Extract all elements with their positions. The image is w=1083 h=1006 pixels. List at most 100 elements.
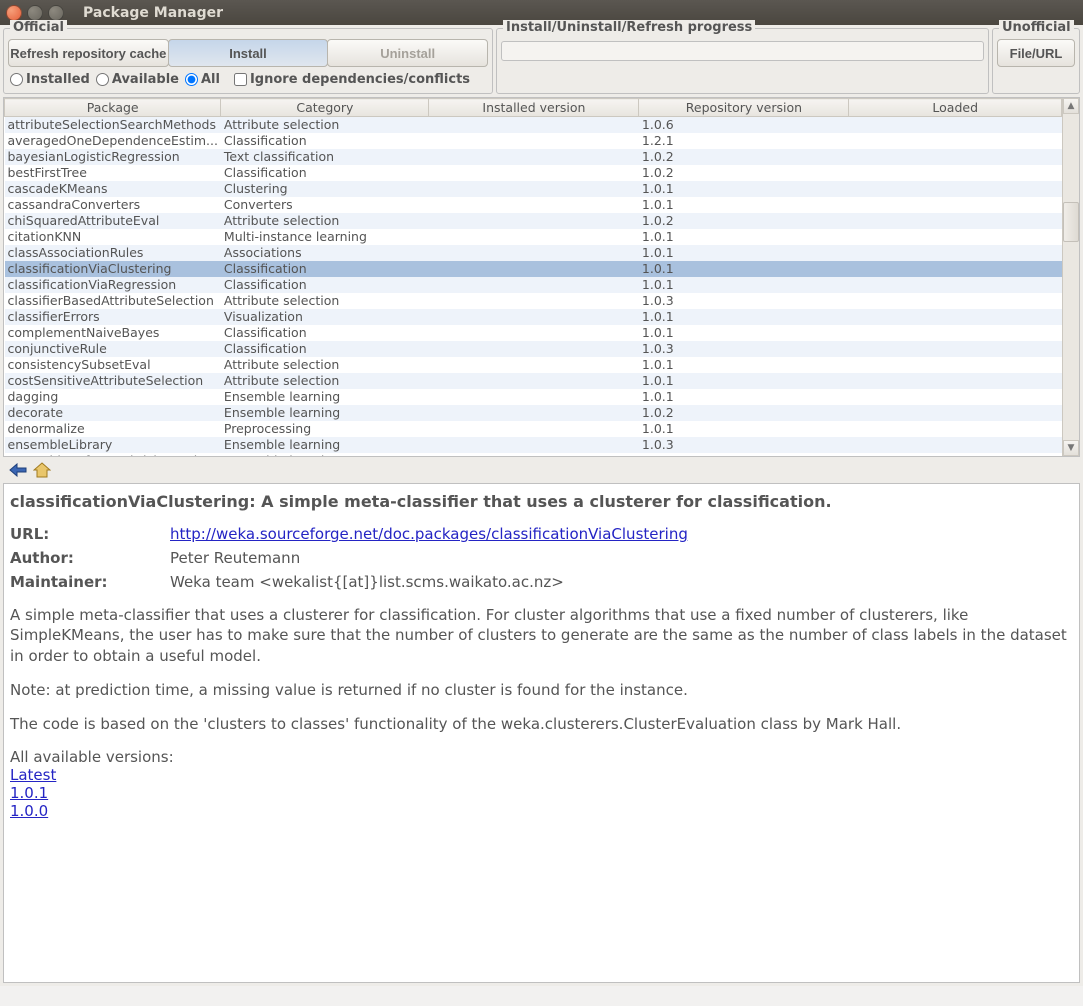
table-row[interactable]: consistencySubsetEvalAttribute selection… xyxy=(5,357,1062,373)
table-cell xyxy=(429,213,639,229)
maintainer-label: Maintainer: xyxy=(10,573,170,591)
table-row[interactable]: classAssociationRulesAssociations1.0.1 xyxy=(5,245,1062,261)
table-cell xyxy=(849,309,1062,325)
table-cell: 1.0.1 xyxy=(639,357,849,373)
table-row[interactable]: classifierErrorsVisualization1.0.1 xyxy=(5,309,1062,325)
table-row[interactable]: classificationViaRegressionClassificatio… xyxy=(5,277,1062,293)
home-icon[interactable] xyxy=(32,460,52,480)
table-row[interactable]: decorateEnsemble learning1.0.2 xyxy=(5,405,1062,421)
scroll-up-icon[interactable]: ▲ xyxy=(1063,98,1079,114)
table-cell xyxy=(849,405,1062,421)
header-repo-version[interactable]: Repository version xyxy=(639,99,849,117)
version-link[interactable]: 1.0.0 xyxy=(10,802,48,820)
table-cell xyxy=(849,389,1062,405)
minimize-icon[interactable] xyxy=(27,5,43,21)
table-cell: Multi-instance learning xyxy=(221,229,429,245)
scroll-thumb[interactable] xyxy=(1063,202,1079,242)
scrollbar[interactable]: ▲ ▼ xyxy=(1062,98,1079,456)
package-table: Package Category Installed version Repos… xyxy=(3,97,1080,457)
details-pane: classificationViaClustering: A simple me… xyxy=(3,483,1080,983)
file-url-button[interactable]: File/URL xyxy=(997,39,1075,67)
official-panel: Official Refresh repository cache Instal… xyxy=(3,28,493,94)
header-installed-version[interactable]: Installed version xyxy=(429,99,639,117)
table-cell: bayesianLogisticRegression xyxy=(5,149,221,165)
scroll-down-icon[interactable]: ▼ xyxy=(1063,440,1079,456)
description-2: Note: at prediction time, a missing valu… xyxy=(10,680,1073,700)
table-cell xyxy=(429,421,639,437)
table-cell: 1.0.1 xyxy=(639,261,849,277)
table-cell: Attribute selection xyxy=(221,373,429,389)
table-row[interactable]: conjunctiveRuleClassification1.0.3 xyxy=(5,341,1062,357)
table-cell xyxy=(429,245,639,261)
maintainer-value: Weka team <wekalist{[at]}list.scms.waika… xyxy=(170,573,564,591)
table-cell: Attribute selection xyxy=(221,293,429,309)
header-category[interactable]: Category xyxy=(221,99,429,117)
table-row[interactable]: chiSquaredAttributeEvalAttribute selecti… xyxy=(5,213,1062,229)
table-cell: Classification xyxy=(221,133,429,149)
table-cell xyxy=(849,293,1062,309)
table-row[interactable]: bestFirstTreeClassification1.0.2 xyxy=(5,165,1062,181)
ignore-deps-checkbox[interactable]: Ignore dependencies/conflicts xyxy=(234,72,470,87)
table-row[interactable]: complementNaiveBayesClassification1.0.1 xyxy=(5,325,1062,341)
table-row[interactable]: classificationViaClusteringClassificatio… xyxy=(5,261,1062,277)
table-cell: dagging xyxy=(5,389,221,405)
uninstall-button[interactable]: Uninstall xyxy=(327,39,488,67)
header-package[interactable]: Package xyxy=(5,99,221,117)
header-loaded[interactable]: Loaded xyxy=(849,99,1062,117)
table-cell: Classification xyxy=(221,277,429,293)
table-cell xyxy=(429,453,639,457)
table-cell xyxy=(429,277,639,293)
table-cell: attributeSelectionSearchMethods xyxy=(5,117,221,133)
table-cell xyxy=(849,165,1062,181)
radio-all-label: All xyxy=(201,72,220,87)
progress-bar xyxy=(501,41,984,61)
table-cell: ensemblesOfNestedDichotomies xyxy=(5,453,221,457)
version-link[interactable]: Latest xyxy=(10,766,56,784)
table-cell xyxy=(429,229,639,245)
table-row[interactable]: classifierBasedAttributeSelectionAttribu… xyxy=(5,293,1062,309)
table-cell: bestFirstTree xyxy=(5,165,221,181)
table-cell: 1.0.2 xyxy=(639,405,849,421)
table-row[interactable]: ensembleLibraryEnsemble learning1.0.3 xyxy=(5,437,1062,453)
table-cell: 1.0.2 xyxy=(639,149,849,165)
table-cell xyxy=(849,341,1062,357)
table-row[interactable]: cascadeKMeansClustering1.0.1 xyxy=(5,181,1062,197)
url-link[interactable]: http://weka.sourceforge.net/doc.packages… xyxy=(170,525,688,543)
table-row[interactable]: attributeSelectionSearchMethodsAttribute… xyxy=(5,117,1062,133)
table-cell: 1.0.1 xyxy=(639,453,849,457)
maximize-icon[interactable] xyxy=(48,5,64,21)
table-row[interactable]: ensemblesOfNestedDichotomiesEnsemble lea… xyxy=(5,453,1062,457)
back-icon[interactable] xyxy=(8,460,28,480)
table-cell xyxy=(849,437,1062,453)
table-cell xyxy=(429,197,639,213)
table-cell: Ensemble learning xyxy=(221,405,429,421)
table-row[interactable]: citationKNNMulti-instance learning1.0.1 xyxy=(5,229,1062,245)
radio-installed-label: Installed xyxy=(26,72,90,87)
table-row[interactable]: costSensitiveAttributeSelectionAttribute… xyxy=(5,373,1062,389)
table-row[interactable]: denormalizePreprocessing1.0.1 xyxy=(5,421,1062,437)
radio-available[interactable]: Available xyxy=(96,72,179,87)
table-cell: 1.0.1 xyxy=(639,373,849,389)
table-cell: Preprocessing xyxy=(221,421,429,437)
table-cell xyxy=(849,325,1062,341)
close-icon[interactable] xyxy=(6,5,22,21)
table-cell: Classification xyxy=(221,261,429,277)
table-cell: 1.0.1 xyxy=(639,197,849,213)
table-cell xyxy=(429,373,639,389)
version-link[interactable]: 1.0.1 xyxy=(10,784,48,802)
table-row[interactable]: daggingEnsemble learning1.0.1 xyxy=(5,389,1062,405)
radio-all[interactable]: All xyxy=(185,72,220,87)
table-row[interactable]: bayesianLogisticRegressionText classific… xyxy=(5,149,1062,165)
table-cell xyxy=(429,261,639,277)
table-cell: Classification xyxy=(221,165,429,181)
table-cell xyxy=(429,309,639,325)
install-button[interactable]: Install xyxy=(168,39,329,67)
refresh-button[interactable]: Refresh repository cache xyxy=(8,39,169,67)
table-row[interactable]: cassandraConvertersConverters1.0.1 xyxy=(5,197,1062,213)
table-cell: Converters xyxy=(221,197,429,213)
nav-row xyxy=(3,457,1080,483)
table-cell: Ensemble learning xyxy=(221,389,429,405)
details-heading: classificationViaClustering: A simple me… xyxy=(10,492,1073,511)
table-row[interactable]: averagedOneDependenceEstim...Classificat… xyxy=(5,133,1062,149)
radio-installed[interactable]: Installed xyxy=(10,72,90,87)
